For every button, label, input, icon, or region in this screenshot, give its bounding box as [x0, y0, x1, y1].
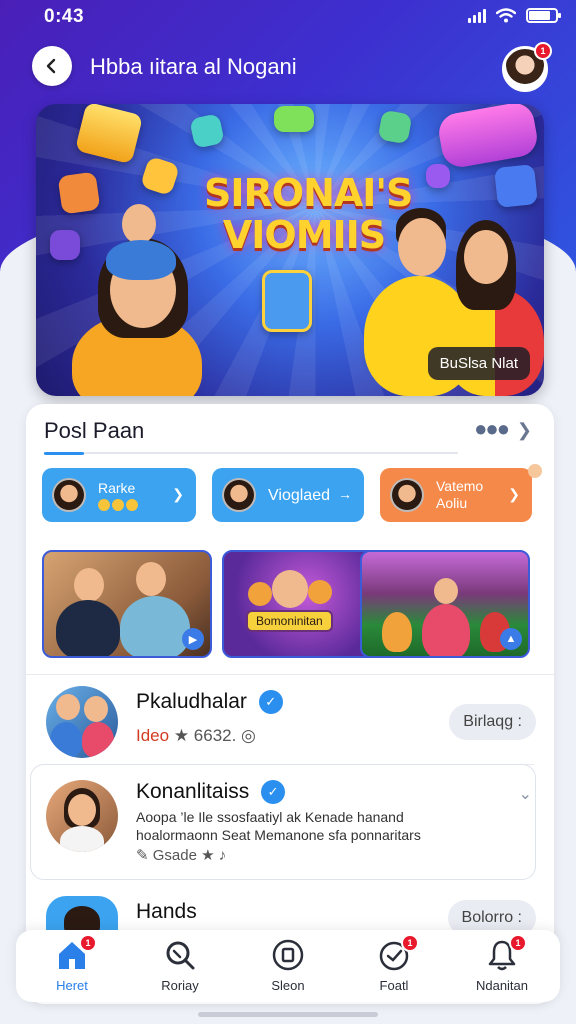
tab-badge: 1	[79, 934, 97, 952]
avatar	[52, 478, 86, 512]
search-icon	[166, 941, 195, 970]
tab-badge: 1	[401, 934, 419, 952]
list-item[interactable]: Konanlitaiss ✓ Aoopa ’le Ile ssosfaatiyl…	[46, 778, 536, 868]
chevron-right-icon: ❯	[172, 486, 184, 502]
category-chips: Rarke ❯ Vioglaed → Vatemo Aoliu ❯	[42, 468, 534, 526]
list-item-name: Hands	[136, 900, 197, 923]
avatar	[46, 780, 118, 852]
play-icon: ▶	[182, 628, 204, 650]
chip-rarke[interactable]: Rarke ❯	[42, 468, 196, 522]
coins-icon	[98, 498, 138, 511]
stats-icon: ▲	[500, 628, 522, 650]
square-icon	[272, 939, 304, 971]
list-item-name: Pkaludhalar	[136, 690, 247, 713]
signal-icon	[468, 8, 486, 23]
section-title: Posl Paan	[44, 418, 145, 443]
back-button[interactable]	[32, 46, 72, 86]
list-item-name: Konanlitaiss	[136, 780, 250, 803]
page-title: Hbba ıitara al Nogani	[90, 54, 297, 79]
home-indicator	[198, 1012, 378, 1017]
app-header: Hbba ıitara al Nogani 1	[32, 42, 552, 92]
battery-icon	[526, 8, 561, 23]
tab-search[interactable]: Roriay	[130, 938, 230, 993]
chevron-right-icon[interactable]: ❯	[517, 420, 532, 441]
section-divider	[44, 452, 458, 455]
video-thumbnail[interactable]: ▲	[360, 550, 530, 658]
list-item-description: Aoopa ’le Ile ssosfaatiyl ak Kenade hana…	[136, 809, 421, 843]
chip-vatemo[interactable]: Vatemo Aoliu ❯	[380, 468, 532, 522]
bottom-tab-bar: 1 Heret Roriay Sleon 1 Foatl 1 Ndanitan	[16, 930, 560, 1002]
tab-foatl[interactable]: 1 Foatl	[344, 934, 444, 993]
list-item-meta: ✎ Gsade ★ ♪	[136, 847, 227, 864]
hero-badge: BuSlsa Nlat	[427, 347, 530, 380]
hero-banner[interactable]: SIRONAI'S VIOMIIS BuSlsa Nlat	[36, 104, 544, 396]
list-item-tag: Ideo	[136, 726, 170, 745]
game-tile-decoration	[494, 164, 538, 208]
avatar	[222, 478, 256, 512]
more-icon[interactable]: ●●●	[474, 418, 510, 440]
list-item-meta: ★ 6632. ◎	[173, 726, 256, 745]
game-tile-decoration	[426, 164, 450, 188]
tab-sleon[interactable]: Sleon	[238, 938, 338, 993]
notification-badge: 1	[534, 42, 552, 60]
chevron-left-icon	[46, 58, 56, 74]
chip-vioglaed[interactable]: Vioglaed →	[212, 468, 364, 522]
content-card: Posl Paan ●●● ❯ Rarke ❯ Vioglaed → Vatem…	[26, 404, 554, 1004]
thumbnail-caption: Bomoninitan	[246, 610, 333, 632]
list-item[interactable]: Pkaludhalar ✓ Ideo ★ 6632. ◎ Birlaqg :	[46, 686, 536, 758]
game-tile-decoration	[274, 106, 314, 132]
tab-home[interactable]: 1 Heret	[22, 934, 122, 993]
game-tile-decoration	[50, 230, 80, 260]
status-time: 0:43	[44, 6, 85, 27]
avatar	[390, 478, 424, 512]
tab-badge: 1	[509, 934, 527, 952]
tab-notifications[interactable]: 1 Ndanitan	[452, 934, 552, 993]
verified-icon: ✓	[258, 690, 283, 715]
game-tile-decoration	[57, 171, 101, 215]
arrow-right-icon: →	[338, 486, 352, 502]
hero-title: SIRONAI'S VIOMIIS	[204, 171, 413, 257]
chevron-right-icon: ❯	[508, 486, 520, 502]
video-thumbnails: ▶ Bomoninitan ▲	[42, 550, 534, 658]
indicator-dot	[528, 464, 542, 478]
chevron-down-icon[interactable]: ⌄	[519, 784, 532, 804]
list-item-action-button[interactable]: Birlaqg :	[449, 704, 536, 740]
wifi-icon	[496, 8, 516, 23]
status-bar: 0:43	[0, 6, 576, 28]
video-thumbnail[interactable]: ▶	[42, 550, 212, 658]
avatar	[46, 686, 118, 758]
verified-icon: ✓	[261, 780, 286, 805]
phone-decoration	[262, 270, 312, 332]
